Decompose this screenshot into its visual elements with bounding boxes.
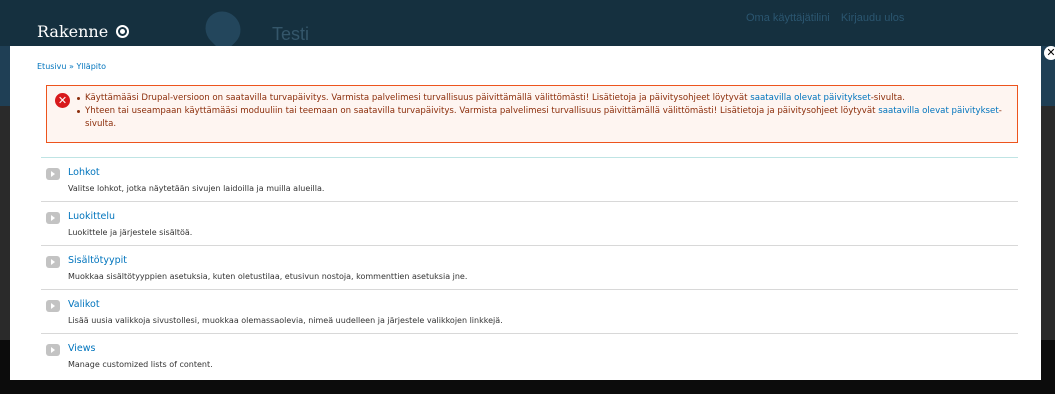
- error-list: Käyttämääsi Drupal-versioon on saatavill…: [75, 92, 1017, 131]
- item-description: Muokkaa sisältötyyppien asetuksia, kuten…: [68, 272, 468, 281]
- admin-list-item-blocks: Lohkot Valitse lohkot, jotka näytetään s…: [41, 158, 1018, 202]
- error-messages: ✕ Käyttämääsi Drupal-versioon on saatavi…: [46, 85, 1018, 143]
- breadcrumb: Etusivu » Ylläpito: [37, 62, 106, 71]
- breadcrumb-separator: »: [69, 62, 74, 71]
- item-description: Valitse lohkot, jotka näytetään sivujen …: [68, 184, 325, 193]
- admin-list: Lohkot Valitse lohkot, jotka näytetään s…: [41, 157, 1018, 378]
- available-updates-link[interactable]: saatavilla olevat päivitykset: [750, 93, 870, 103]
- menus-link[interactable]: Valikot: [68, 299, 100, 310]
- background-site-name: Testi: [272, 24, 310, 44]
- error-message-suffix: -sivulta.: [870, 93, 905, 103]
- admin-list-item-views: Views Manage customized lists of content…: [41, 334, 1018, 378]
- background-user-links: Oma käyttäjätilini Kirjaudu ulos: [746, 12, 912, 24]
- available-updates-link[interactable]: saatavilla olevat päivitykset: [878, 106, 998, 116]
- error-message-core: Käyttämääsi Drupal-versioon on saatavill…: [77, 92, 1017, 105]
- page-title: Rakenne: [37, 22, 109, 41]
- arrow-right-icon: [46, 256, 60, 268]
- blocks-link[interactable]: Lohkot: [68, 167, 100, 178]
- content-types-link[interactable]: Sisältötyypit: [68, 255, 127, 266]
- admin-list-item-content-types: Sisältötyypit Muokkaa sisältötyyppien as…: [41, 246, 1018, 290]
- arrow-right-icon: [46, 344, 60, 356]
- admin-list-item-taxonomy: Luokittelu Luokittele ja järjestele sisä…: [41, 202, 1018, 246]
- admin-list-item-menus: Valikot Lisää uusia valikkoja sivustolle…: [41, 290, 1018, 334]
- error-message-modules: Yhteen tai useampaan käyttämääsi moduuli…: [77, 105, 1017, 131]
- taxonomy-link[interactable]: Luokittelu: [68, 211, 115, 222]
- add-shortcut-icon[interactable]: [116, 25, 130, 38]
- arrow-right-icon: [46, 212, 60, 224]
- logout-link: Kirjaudu ulos: [840, 12, 905, 24]
- item-description: Luokittele ja järjestele sisältöä.: [68, 228, 193, 237]
- item-description: Manage customized lists of content.: [68, 360, 213, 369]
- item-description: Lisää uusia valikkoja sivustollesi, muok…: [68, 316, 503, 325]
- arrow-right-icon: [46, 168, 60, 180]
- background-right-strip: [1041, 106, 1055, 340]
- arrow-right-icon: [46, 300, 60, 312]
- views-link[interactable]: Views: [68, 343, 96, 354]
- background-left-strip: [0, 106, 10, 340]
- breadcrumb-admin-link[interactable]: Ylläpito: [76, 62, 106, 71]
- error-message-text: Yhteen tai useampaan käyttämääsi moduuli…: [85, 106, 879, 116]
- close-icon[interactable]: ✕: [1044, 46, 1055, 60]
- breadcrumb-home-link[interactable]: Etusivu: [37, 62, 66, 71]
- my-account-link: Oma käyttäjätilini: [746, 12, 830, 24]
- error-message-text: Käyttämääsi Drupal-versioon on saatavill…: [85, 93, 751, 103]
- error-icon: ✕: [55, 93, 70, 108]
- overlay-title-bar: Rakenne: [37, 22, 130, 41]
